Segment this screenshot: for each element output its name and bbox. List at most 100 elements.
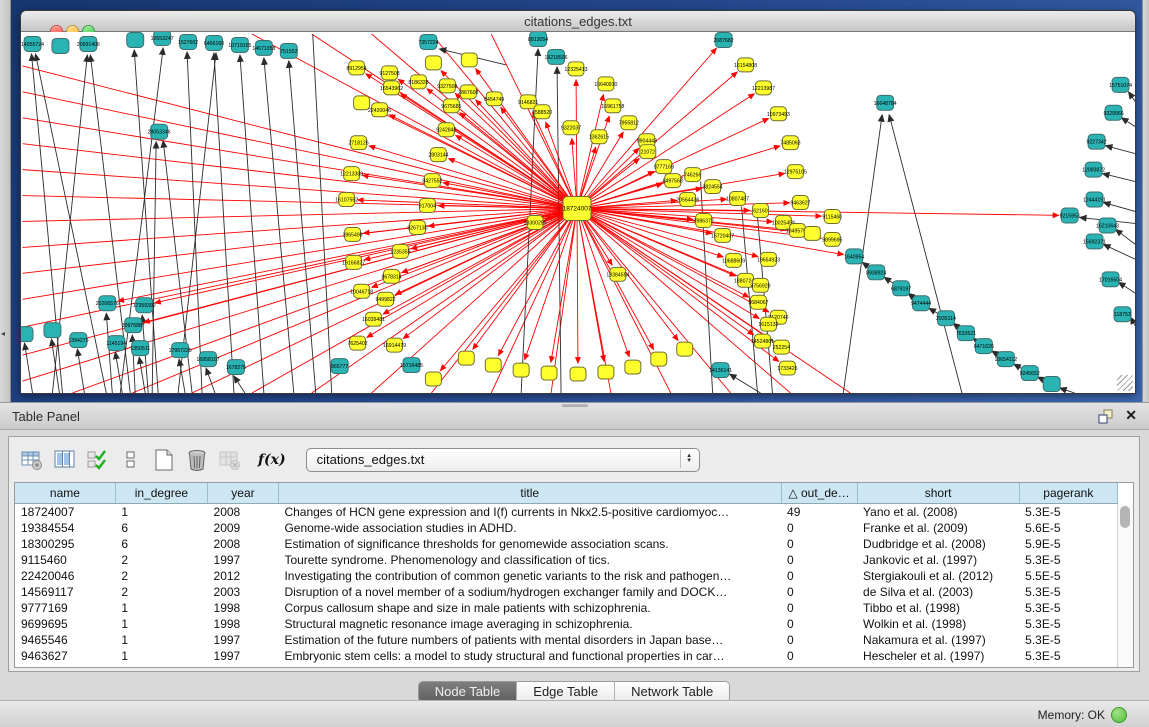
node-table: namein_degreeyeartitle△ out_de…shortpage…: [15, 483, 1118, 664]
table-row[interactable]: 946554611997Estimation of the future num…: [15, 632, 1118, 648]
table-cell: 0: [781, 648, 857, 664]
graph-node[interactable]: [52, 38, 69, 53]
table-cell: Wolkin et al. (1998): [857, 616, 1019, 632]
graph-node-label: 16914479: [383, 343, 406, 349]
citation-graph[interactable]: 1405572420691406106532471527602646616010…: [21, 32, 1135, 393]
graph-node-label: 9115460: [822, 214, 842, 220]
table-row[interactable]: 1938455462009Genome-wide association stu…: [15, 520, 1118, 536]
graph-node[interactable]: [354, 96, 370, 110]
table-row[interactable]: 1830029562008Estimation of significance …: [15, 536, 1118, 552]
graph-node[interactable]: [804, 226, 820, 240]
float-panel-icon[interactable]: [1098, 409, 1113, 424]
table-cell: 19384554: [15, 520, 115, 536]
column-header-short[interactable]: short: [857, 483, 1019, 504]
vertical-scrollbar[interactable]: [1117, 504, 1133, 667]
window-resize-grip[interactable]: [1117, 375, 1133, 391]
table-cell: 0: [781, 584, 857, 600]
column-header-pagerank[interactable]: pagerank: [1019, 483, 1117, 504]
panel-divider-grip[interactable]: [562, 404, 588, 407]
table-cell: 1: [115, 504, 207, 521]
table-row[interactable]: 977716911998Corpus callosum shape and si…: [15, 600, 1118, 616]
close-panel-icon[interactable]: ✕: [1125, 407, 1137, 424]
graph-node-label: 252254: [773, 345, 790, 351]
function-builder-icon[interactable]: f(x): [258, 452, 286, 468]
graph-node-label: 8186328: [408, 80, 428, 86]
table-cell: Embryonic stem cells: a model to study s…: [278, 648, 781, 664]
graph-node[interactable]: [21, 327, 33, 342]
table-cell: 2: [115, 584, 207, 600]
graph-node-label: 21072: [641, 150, 656, 156]
table-row[interactable]: 969969511998Structural magnetic resonanc…: [15, 616, 1118, 632]
tab-network-table[interactable]: Network Table: [615, 682, 729, 702]
table-row[interactable]: 1872400712008Changes of HCN gene express…: [15, 504, 1118, 521]
memory-ok-indicator[interactable]: [1111, 707, 1127, 723]
graph-node[interactable]: [425, 372, 441, 386]
graph-node-label: 9675685: [441, 104, 461, 110]
table-select-dropdown[interactable]: citations_edges.txt ▲▼: [306, 448, 700, 472]
graph-node-label: 9499822: [375, 297, 395, 303]
table-cell: Stergiakouli et al. (2012): [857, 568, 1019, 584]
table-cell: 5.9E-5: [1019, 536, 1117, 552]
graph-node[interactable]: [461, 53, 477, 67]
tab-node-table[interactable]: Node Table: [419, 682, 518, 702]
graph-node[interactable]: [541, 366, 557, 380]
graph-node[interactable]: [598, 365, 614, 379]
scrollbar-thumb[interactable]: [1120, 506, 1130, 528]
table-cell: 9465546: [15, 632, 115, 648]
graph-node-label: 14524861: [751, 339, 774, 345]
graph-node-label: 9322037: [561, 126, 581, 132]
table-row[interactable]: 911546021997Tourette syndrome. Phenomeno…: [15, 552, 1118, 568]
graph-node-label: 9474444: [911, 301, 931, 307]
graph-node-label: 20691406: [77, 42, 100, 48]
graph-node[interactable]: [44, 323, 61, 338]
graph-node[interactable]: [425, 56, 441, 70]
graph-node-label: 7955812: [619, 121, 639, 127]
graph-node-label: 16961758: [601, 104, 624, 110]
delete-table-icon[interactable]: [182, 446, 212, 474]
new-table-icon[interactable]: [149, 446, 179, 474]
table-row[interactable]: 946362711997Embryonic stem cells: a mode…: [15, 648, 1118, 664]
table-cell: Corpus callosum shape and size in male p…: [278, 600, 781, 616]
row-height-icon[interactable]: [116, 446, 146, 474]
graph-node-label: 12093872: [1082, 168, 1105, 174]
table-settings-icon[interactable]: [17, 446, 47, 474]
network-view-panel: ◂ citations_edges.txt: [0, 0, 1149, 402]
graph-node[interactable]: [485, 358, 501, 372]
column-header-title[interactable]: title: [278, 483, 781, 504]
show-columns-icon[interactable]: [50, 446, 80, 474]
table-row[interactable]: 2242004622012Investigating the contribut…: [15, 568, 1118, 584]
panel-collapse-arrow-icon[interactable]: ◂: [1, 330, 5, 338]
column-header-name[interactable]: name: [15, 483, 115, 504]
graph-node-label: 917004: [419, 204, 436, 210]
column-header-in_degree[interactable]: in_degree: [115, 483, 207, 504]
column-header-year[interactable]: year: [208, 483, 279, 504]
table-cell: 1997: [208, 648, 279, 664]
graph-node[interactable]: [651, 352, 667, 366]
graph-node-label: 16648784: [874, 101, 897, 107]
graph-node-label: 9329966: [1103, 111, 1123, 117]
graph-node-label: 8267130: [407, 225, 427, 231]
graph-node[interactable]: [625, 360, 641, 374]
table-cell: 22420046: [15, 568, 115, 584]
graph-node-label: 17016504: [1099, 277, 1122, 283]
network-canvas[interactable]: 1405572420691406106532471527602646616010…: [21, 32, 1135, 393]
tab-edge-table[interactable]: Edge Table: [517, 682, 615, 702]
network-window-titlebar[interactable]: citations_edges.txt: [21, 11, 1135, 32]
graph-node[interactable]: [1043, 377, 1060, 392]
graph-node-label: 1527602: [178, 40, 198, 46]
graph-node-label: 6497568: [663, 179, 683, 185]
graph-node[interactable]: [458, 351, 474, 365]
graph-node[interactable]: [513, 363, 529, 377]
graph-node[interactable]: [570, 367, 586, 381]
graph-node[interactable]: [127, 32, 144, 47]
graph-node-label: 1350511: [130, 346, 150, 352]
table-cell: Changes of HCN gene expression and I(f) …: [278, 504, 781, 521]
graph-node-label: 1615132: [758, 322, 778, 328]
graph-node-label: 12213987: [752, 86, 775, 92]
column-header-out_degree[interactable]: △ out_de…: [781, 483, 857, 504]
graph-node[interactable]: [677, 342, 693, 356]
table-cell: 1997: [208, 552, 279, 568]
select-rows-icon[interactable]: [83, 446, 113, 474]
table-row[interactable]: 1456911722003Disruption of a novel membe…: [15, 584, 1118, 600]
graph-node-label: 16210643: [1096, 223, 1119, 229]
